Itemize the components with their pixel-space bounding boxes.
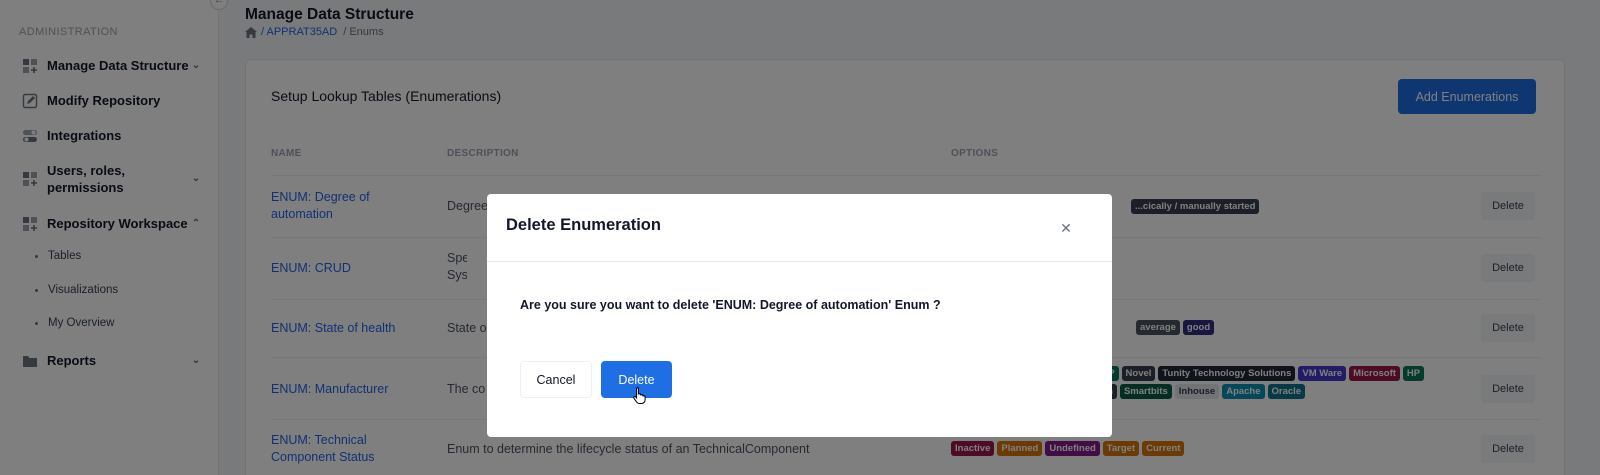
modal-message: Are you sure you want to delete 'ENUM: D… bbox=[520, 298, 941, 312]
close-icon[interactable]: ✕ bbox=[1058, 220, 1074, 236]
cancel-button[interactable]: Cancel bbox=[520, 361, 592, 398]
pointer-cursor-icon bbox=[633, 387, 646, 404]
delete-enumeration-dialog: Delete Enumeration ✕ Are you sure you wa… bbox=[487, 194, 1112, 437]
modal-divider bbox=[487, 261, 1112, 262]
modal-title: Delete Enumeration bbox=[506, 216, 661, 234]
